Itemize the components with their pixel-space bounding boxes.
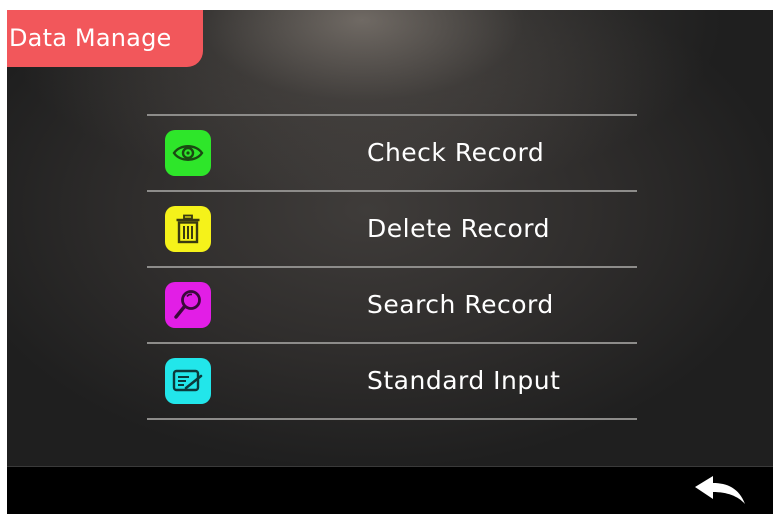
menu-item-label: Check Record xyxy=(367,138,545,167)
edit-card-icon xyxy=(172,369,203,392)
back-button[interactable] xyxy=(693,475,747,507)
check-record-icon-box xyxy=(165,130,211,176)
menu-item-standard-input[interactable]: Standard Input xyxy=(147,344,637,418)
bottom-bar xyxy=(7,466,773,514)
standard-input-icon-box xyxy=(165,358,211,404)
menu-item-delete-record[interactable]: Delete Record xyxy=(147,192,637,266)
search-record-icon-box xyxy=(165,282,211,328)
menu-item-label: Delete Record xyxy=(367,214,550,243)
delete-record-icon-box xyxy=(165,206,211,252)
menu-list: Check Record Delete Record Search Record… xyxy=(147,114,637,420)
back-arrow-icon xyxy=(695,476,745,504)
eye-icon xyxy=(172,145,204,161)
page-title: Data Manage xyxy=(7,10,203,67)
data-manage-screen: Data Manage Check Record Delete Record S… xyxy=(7,10,773,514)
trash-icon xyxy=(176,214,200,244)
menu-divider xyxy=(147,418,637,420)
magnifier-icon xyxy=(174,290,201,319)
menu-item-search-record[interactable]: Search Record xyxy=(147,268,637,342)
menu-item-label: Search Record xyxy=(367,290,554,319)
menu-item-check-record[interactable]: Check Record xyxy=(147,116,637,190)
menu-item-label: Standard Input xyxy=(367,366,561,395)
